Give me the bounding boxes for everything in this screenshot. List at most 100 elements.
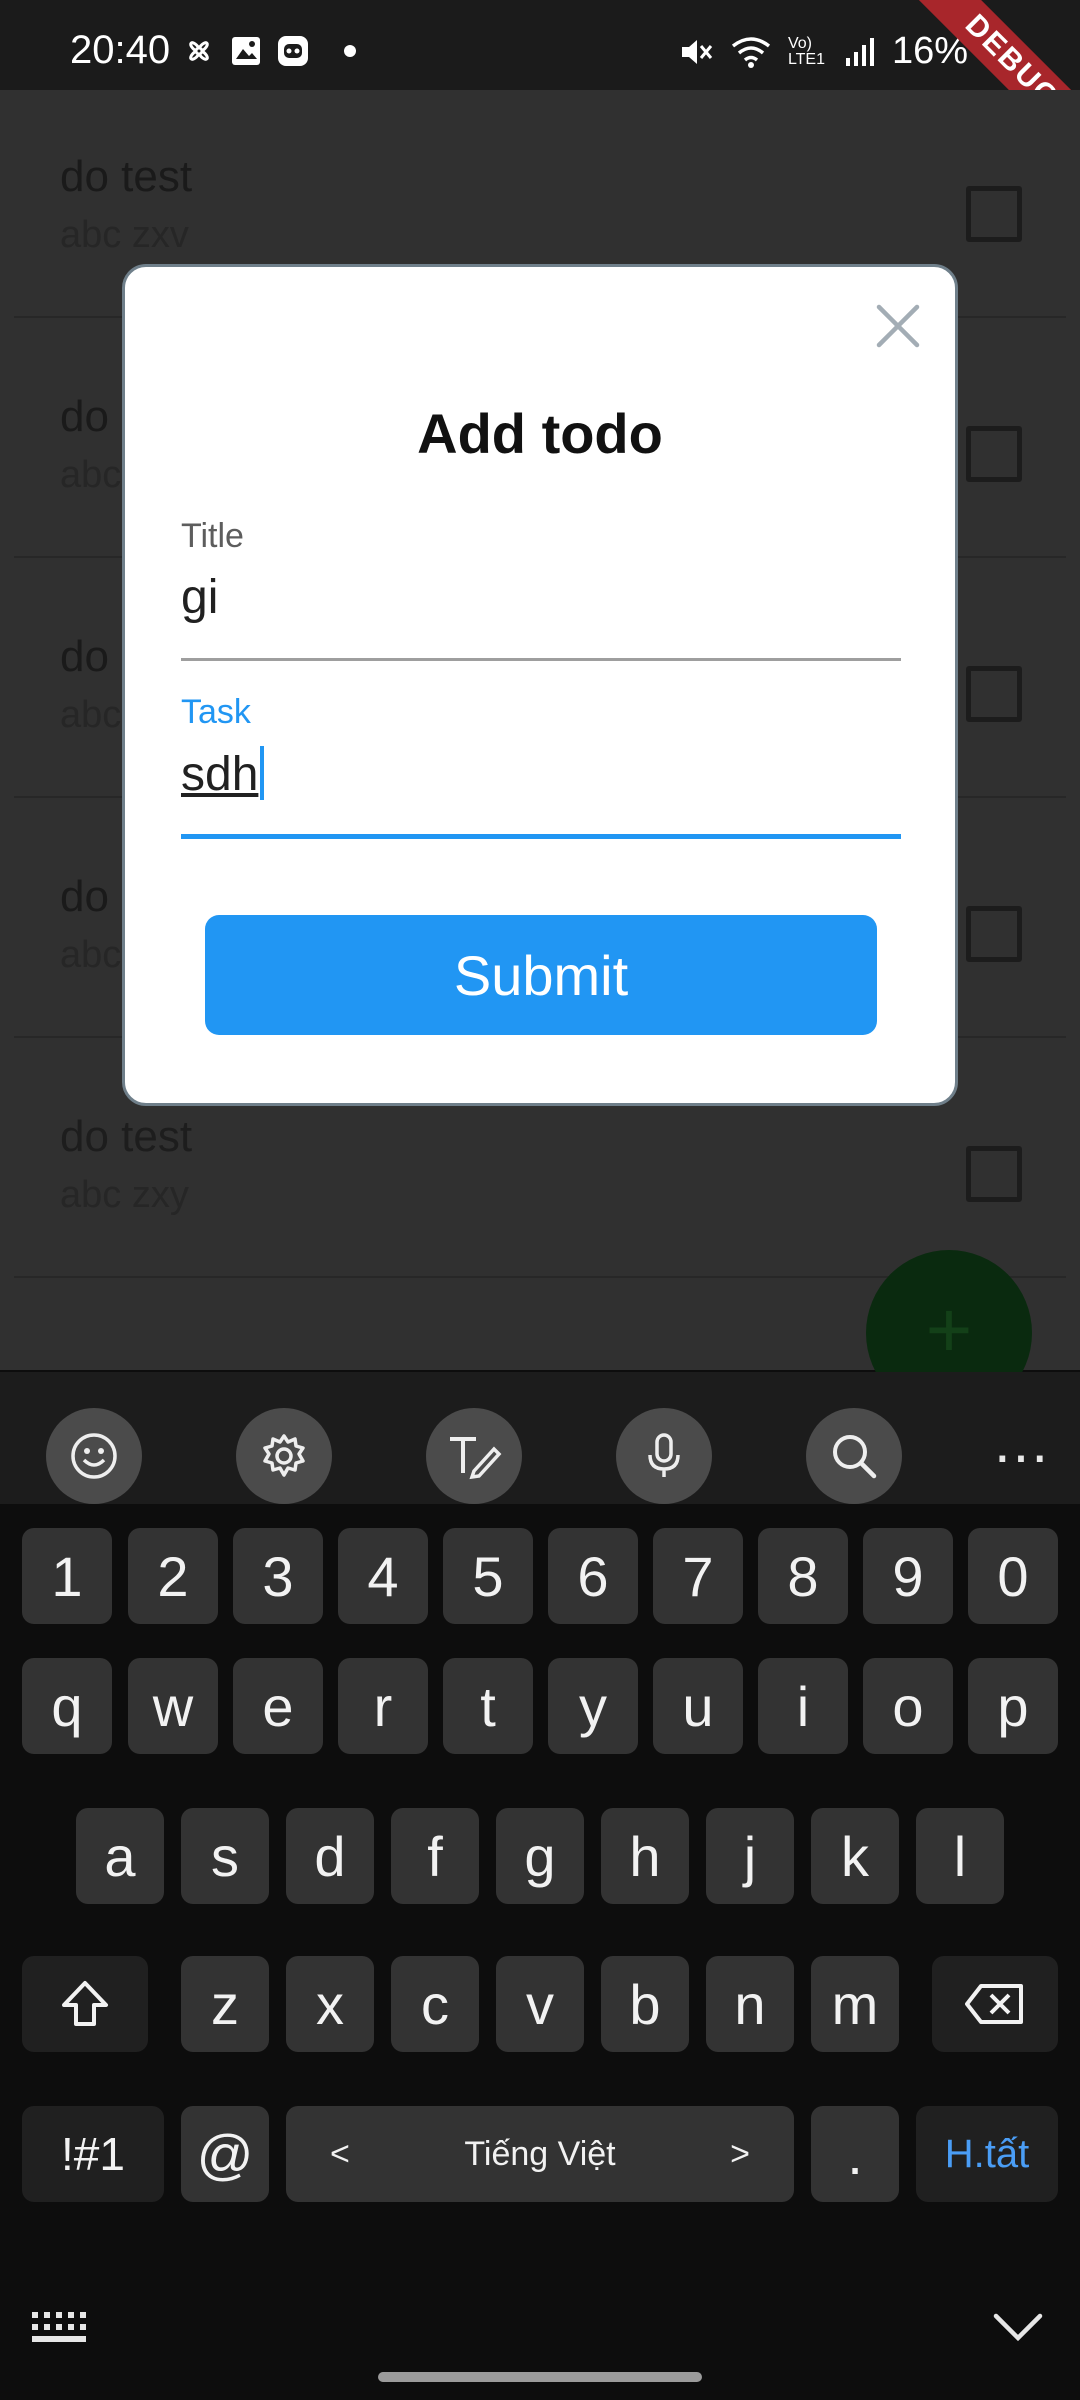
title-field[interactable]: Title gi xyxy=(181,517,901,661)
key-f[interactable]: f xyxy=(391,1808,479,1904)
item-subtitle: abc xyxy=(60,934,122,976)
handwriting-button[interactable] xyxy=(426,1408,522,1504)
shift-key[interactable] xyxy=(22,1956,148,2052)
search-icon xyxy=(833,1435,877,1479)
key-v[interactable]: v xyxy=(496,1956,584,2052)
key-r[interactable]: r xyxy=(338,1658,428,1754)
key-h[interactable]: h xyxy=(601,1808,689,1904)
space-language-label: Tiếng Việt xyxy=(464,2134,616,2173)
key-7[interactable]: 7 xyxy=(653,1528,743,1624)
key-8[interactable]: 8 xyxy=(758,1528,848,1624)
keyboard-switch-icon[interactable] xyxy=(30,2308,90,2348)
robot-icon xyxy=(278,36,308,66)
dot-icon xyxy=(344,45,356,57)
emoji-icon xyxy=(71,1433,117,1479)
chevron-left-icon: < xyxy=(330,2134,350,2173)
search-button[interactable] xyxy=(806,1408,902,1504)
keyboard: 1 2 3 4 5 6 7 8 9 0 q w e r t y u i o p … xyxy=(0,1504,1080,2400)
key-i[interactable]: i xyxy=(758,1658,848,1754)
key-5[interactable]: 5 xyxy=(443,1528,533,1624)
more-icon[interactable]: ... xyxy=(994,1412,1050,1472)
key-j[interactable]: j xyxy=(706,1808,794,1904)
hide-keyboard-icon[interactable] xyxy=(990,2300,1046,2356)
title-field-label: Title xyxy=(181,517,244,555)
keyboard-toolbar: ... xyxy=(0,1372,1080,1504)
key-l[interactable]: l xyxy=(916,1808,1004,1904)
key-2[interactable]: 2 xyxy=(128,1528,218,1624)
key-q[interactable]: q xyxy=(22,1658,112,1754)
item-checkbox[interactable] xyxy=(966,1146,1022,1202)
backspace-key[interactable] xyxy=(932,1956,1058,2052)
key-c[interactable]: c xyxy=(391,1956,479,2052)
key-g[interactable]: g xyxy=(496,1808,584,1904)
wifi-icon xyxy=(731,36,771,68)
system-icons: Vo) LTE1 16% xyxy=(678,30,968,73)
item-subtitle: abc xyxy=(60,694,122,736)
key-0[interactable]: 0 xyxy=(968,1528,1058,1624)
key-z[interactable]: z xyxy=(181,1956,269,2052)
key-o[interactable]: o xyxy=(863,1658,953,1754)
dialog-title: Add todo xyxy=(417,402,663,465)
task-field-underline xyxy=(181,834,901,839)
item-checkbox[interactable] xyxy=(966,186,1022,242)
key-3[interactable]: 3 xyxy=(233,1528,323,1624)
key-x[interactable]: x xyxy=(286,1956,374,2052)
add-todo-dialog: Add todo Title gi Task sdh Submit xyxy=(122,264,958,1106)
item-title: do xyxy=(60,632,109,681)
key-t[interactable]: t xyxy=(443,1658,533,1754)
item-subtitle: abc zxv xyxy=(60,214,189,256)
mute-icon xyxy=(681,39,713,64)
title-field-value[interactable]: gi xyxy=(181,570,901,625)
key-a[interactable]: a xyxy=(76,1808,164,1904)
key-9[interactable]: 9 xyxy=(863,1528,953,1624)
key-period[interactable]: . xyxy=(811,2106,899,2202)
key-e[interactable]: e xyxy=(233,1658,323,1754)
symbols-key[interactable]: !#1 xyxy=(22,2106,164,2202)
status-time: 20:40 xyxy=(70,28,171,72)
item-title: do test xyxy=(60,152,193,201)
task-field-value[interactable]: sdh xyxy=(181,746,901,802)
title-field-underline xyxy=(181,658,901,661)
item-checkbox[interactable] xyxy=(966,906,1022,962)
key-at[interactable]: @ xyxy=(181,2106,269,2202)
signal-icon xyxy=(845,37,874,66)
key-u[interactable]: u xyxy=(653,1658,743,1754)
emoji-button[interactable] xyxy=(46,1408,142,1504)
status-bar: 20:40 Vo) LTE1 16% DEBUG xyxy=(0,0,1080,170)
done-key[interactable]: H.tất xyxy=(916,2106,1058,2202)
volte-label: Vo) LTE1 xyxy=(787,34,825,68)
key-k[interactable]: k xyxy=(811,1808,899,1904)
key-4[interactable]: 4 xyxy=(338,1528,428,1624)
settings-button[interactable] xyxy=(236,1408,332,1504)
key-p[interactable]: p xyxy=(968,1658,1058,1754)
key-s[interactable]: s xyxy=(181,1808,269,1904)
key-b[interactable]: b xyxy=(601,1956,689,2052)
key-m[interactable]: m xyxy=(811,1956,899,2052)
submit-button[interactable]: Submit xyxy=(205,915,877,1035)
item-checkbox[interactable] xyxy=(966,666,1022,722)
voice-input-button[interactable] xyxy=(616,1408,712,1504)
key-w[interactable]: w xyxy=(128,1658,218,1754)
home-indicator[interactable] xyxy=(378,2372,702,2382)
close-icon[interactable] xyxy=(873,301,923,351)
item-subtitle: abc xyxy=(60,454,122,496)
key-y[interactable]: y xyxy=(548,1658,638,1754)
task-field[interactable]: Task sdh xyxy=(181,693,901,839)
backspace-icon xyxy=(965,1984,1023,2024)
item-subtitle: abc zxy xyxy=(60,1174,189,1216)
task-field-label: Task xyxy=(181,693,251,731)
key-n[interactable]: n xyxy=(706,1956,794,2052)
space-key[interactable]: < Tiếng Việt > xyxy=(286,2106,794,2202)
item-title: do xyxy=(60,872,109,921)
notification-icons xyxy=(182,34,358,68)
handwriting-icon xyxy=(450,1437,502,1480)
microphone-icon xyxy=(648,1433,680,1477)
key-1[interactable]: 1 xyxy=(22,1528,112,1624)
key-6[interactable]: 6 xyxy=(548,1528,638,1624)
pinwheel-icon xyxy=(189,41,209,61)
item-title: do test xyxy=(60,1112,193,1161)
task-field-text: sdh xyxy=(181,748,259,801)
image-icon xyxy=(232,37,260,65)
key-d[interactable]: d xyxy=(286,1808,374,1904)
item-checkbox[interactable] xyxy=(966,426,1022,482)
